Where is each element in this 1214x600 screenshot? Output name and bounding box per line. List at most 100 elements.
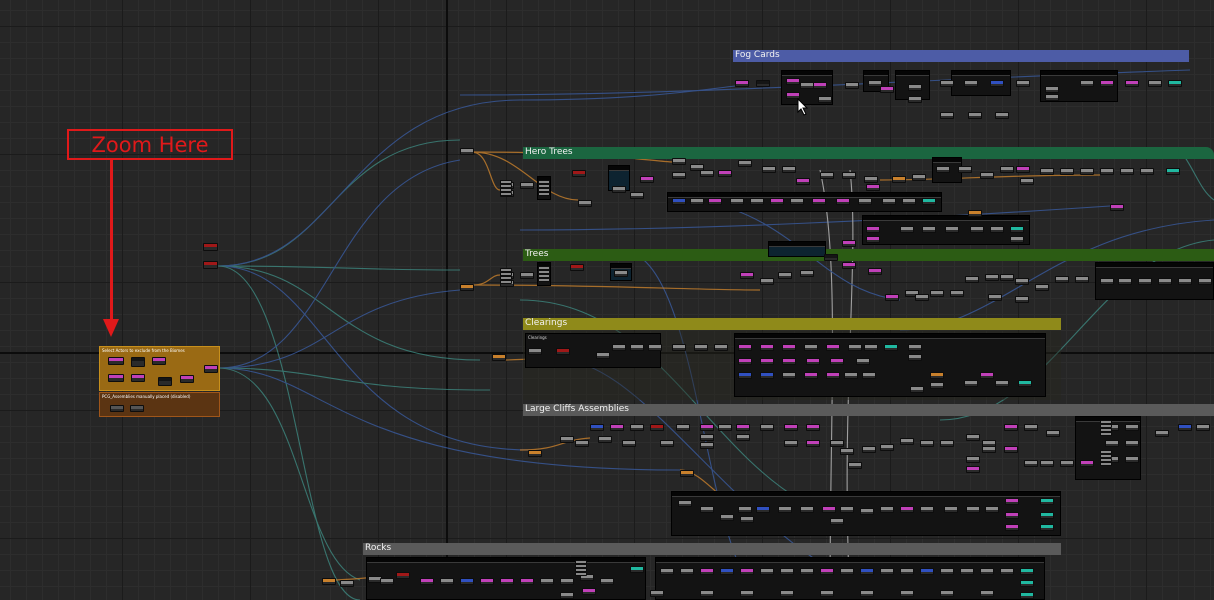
graph-node[interactable] [540, 578, 554, 585]
graph-node[interactable] [738, 372, 752, 379]
graph-node[interactable] [782, 372, 796, 379]
graph-node[interactable] [980, 568, 994, 575]
graph-node[interactable] [460, 148, 474, 155]
graph-node[interactable] [845, 82, 859, 89]
graph-node[interactable] [860, 508, 874, 515]
graph-node[interactable] [1010, 236, 1024, 243]
graph-node[interactable] [1125, 440, 1139, 447]
graph-node[interactable] [660, 440, 674, 447]
graph-node[interactable] [980, 590, 994, 597]
graph-node[interactable] [560, 578, 574, 585]
graph-node[interactable] [985, 274, 999, 281]
graph-node[interactable] [700, 568, 714, 575]
graph-node[interactable] [770, 198, 784, 205]
graph-node[interactable] [694, 344, 708, 351]
graph-node[interactable] [720, 514, 734, 521]
graph-node[interactable] [842, 262, 856, 269]
graph-node[interactable] [786, 78, 800, 85]
graph-node[interactable] [596, 352, 610, 359]
graph-node[interactable] [1020, 580, 1034, 587]
graph-node[interactable] [700, 434, 714, 441]
graph-node[interactable] [1125, 456, 1139, 463]
graph-node[interactable] [440, 578, 454, 585]
graph-node[interactable] [1005, 512, 1019, 519]
graph-node[interactable] [528, 348, 542, 355]
graph-node[interactable] [1016, 80, 1030, 87]
graph-node[interactable] [780, 568, 794, 575]
graph-node[interactable] [1118, 278, 1132, 285]
graph-node[interactable] [964, 380, 978, 387]
graph-node[interactable] [848, 344, 862, 351]
graph-node[interactable] [718, 170, 732, 177]
graph-node[interactable] [958, 166, 972, 173]
graph-node[interactable] [908, 344, 922, 351]
graph-node[interactable] [880, 568, 894, 575]
graph-node[interactable] [460, 284, 474, 291]
graph-node[interactable] [736, 434, 750, 441]
graph-node[interactable] [813, 82, 827, 89]
graph-node[interactable] [820, 568, 834, 575]
graph-node[interactable] [680, 470, 694, 477]
graph-node[interactable] [735, 80, 749, 87]
graph-node[interactable] [1138, 278, 1152, 285]
graph-node[interactable] [520, 578, 534, 585]
graph-node[interactable] [940, 568, 954, 575]
graph-node[interactable] [714, 344, 728, 351]
graph-node[interactable] [830, 518, 844, 525]
graph-node[interactable] [1035, 284, 1049, 291]
graph-node[interactable] [612, 186, 626, 193]
graph-node[interactable] [760, 358, 774, 365]
graph-node[interactable] [940, 80, 954, 87]
graph-node[interactable] [920, 568, 934, 575]
graph-node[interactable] [130, 405, 144, 412]
graph-node[interactable] [180, 375, 194, 383]
graph-node[interactable] [1015, 296, 1029, 303]
graph-node[interactable] [820, 590, 834, 597]
graph-node[interactable] [824, 254, 838, 261]
graph-node[interactable] [760, 424, 774, 431]
graph-node[interactable] [818, 96, 832, 103]
graph-node[interactable] [570, 264, 584, 271]
graph-node[interactable] [1148, 80, 1162, 87]
graph-node[interactable] [880, 444, 894, 451]
graph-node[interactable] [804, 344, 818, 351]
graph-node[interactable] [990, 226, 1004, 233]
graph-node[interactable] [910, 386, 924, 393]
graph-node[interactable] [800, 270, 814, 277]
graph-node[interactable] [912, 174, 926, 181]
graph-node[interactable] [1045, 86, 1059, 93]
graph-node[interactable] [672, 172, 686, 179]
graph-node[interactable] [1024, 460, 1038, 467]
graph-node[interactable] [982, 446, 996, 453]
graph-node[interactable] [908, 96, 922, 103]
graph-node-stack[interactable] [1100, 432, 1112, 436]
graph-node[interactable] [630, 566, 644, 573]
graph-node[interactable] [970, 226, 984, 233]
graph-node[interactable] [784, 440, 798, 447]
graph-node[interactable] [866, 184, 880, 191]
graph-node[interactable] [1020, 178, 1034, 185]
graph-node[interactable] [600, 578, 614, 585]
graph-node[interactable] [1100, 168, 1114, 175]
graph-node[interactable] [966, 434, 980, 441]
graph-node[interactable] [995, 380, 1009, 387]
graph-node[interactable] [968, 112, 982, 119]
graph-node[interactable] [690, 198, 704, 205]
graph-node[interactable] [900, 438, 914, 445]
graph-node[interactable] [1004, 446, 1018, 453]
graph-node[interactable] [980, 172, 994, 179]
graph-node[interactable] [920, 440, 934, 447]
graph-node[interactable] [940, 590, 954, 597]
graph-node[interactable] [720, 568, 734, 575]
graph-node[interactable] [556, 348, 570, 355]
graph-node[interactable] [700, 590, 714, 597]
graph-node[interactable] [980, 372, 994, 379]
graph-node[interactable] [930, 290, 944, 297]
graph-node[interactable] [902, 198, 916, 205]
graph-node[interactable] [930, 372, 944, 379]
graph-node[interactable] [660, 568, 674, 575]
comment-large-cliffs[interactable]: Large Cliffs Assemblies [523, 404, 1214, 416]
graph-node[interactable] [1046, 430, 1060, 437]
graph-node[interactable] [1166, 168, 1180, 175]
graph-node[interactable] [945, 226, 959, 233]
